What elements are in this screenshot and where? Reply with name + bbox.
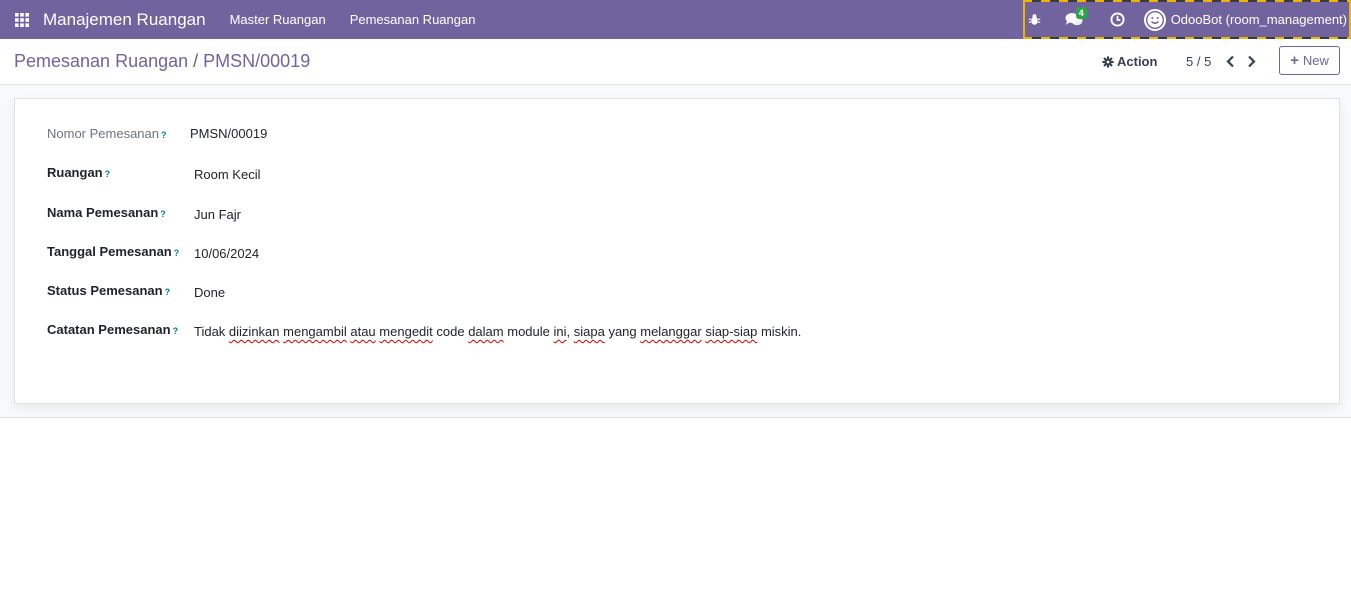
field-status-pemesanan: Status Pemesanan?	[47, 283, 170, 298]
field-nama-pemesanan: Nama Pemesanan?	[47, 205, 166, 220]
clock-icon[interactable]	[1098, 0, 1138, 39]
label-status-pemesanan: Status Pemesanan	[47, 283, 163, 298]
menu-pemesanan-ruangan[interactable]: Pemesanan Ruangan	[350, 12, 476, 27]
value-ruangan[interactable]: Room Kecil	[194, 167, 260, 182]
breadcrumb-separator: /	[193, 51, 199, 71]
help-tooltip-icon[interactable]: ?	[174, 248, 180, 258]
systray: 4 OdooBot (room_management)	[1020, 0, 1351, 39]
help-tooltip-icon[interactable]: ?	[165, 287, 171, 297]
value-nomor-pemesanan: PMSN/00019	[190, 126, 268, 141]
label-catatan-pemesanan: Catatan Pemesanan	[47, 322, 171, 337]
chevron-left-icon	[1225, 55, 1234, 67]
user-avatar	[1143, 8, 1166, 31]
label-tanggal-pemesanan: Tanggal Pemesanan	[47, 244, 172, 259]
menu-master-ruangan[interactable]: Master Ruangan	[230, 12, 326, 27]
action-label: Action	[1117, 54, 1158, 69]
apps-grid-icon[interactable]	[0, 0, 44, 39]
breadcrumb: Pemesanan Ruangan / PMSN/00019	[14, 51, 310, 72]
pager-next-button[interactable]	[1244, 53, 1258, 69]
gear-icon	[1102, 55, 1114, 68]
field-nomor-pemesanan: Nomor Pemesanan?	[47, 126, 167, 141]
user-menu[interactable]: OdooBot (room_management)	[1138, 0, 1351, 39]
label-ruangan: Ruangan	[47, 165, 103, 180]
user-name: OdooBot (room_management)	[1170, 12, 1347, 27]
help-tooltip-icon[interactable]: ?	[173, 326, 179, 336]
label-nomor-pemesanan: Nomor Pemesanan	[47, 126, 159, 141]
breadcrumb-parent[interactable]: Pemesanan Ruangan	[14, 51, 188, 71]
chat-counter-badge: 4	[1075, 7, 1087, 19]
new-record-button[interactable]: + New	[1279, 46, 1340, 75]
control-panel: Pemesanan Ruangan / PMSN/00019 Action 5 / …	[0, 39, 1351, 85]
pager-value[interactable]: 5 / 5	[1186, 54, 1211, 69]
app-brand[interactable]: Manajemen Ruangan	[43, 10, 206, 30]
form-view: Nomor Pemesanan? PMSN/00019 Ruangan? Roo…	[0, 85, 1351, 418]
field-catatan-pemesanan: Catatan Pemesanan?	[47, 322, 178, 337]
label-nama-pemesanan: Nama Pemesanan	[47, 205, 159, 220]
help-tooltip-icon[interactable]: ?	[105, 169, 111, 179]
pager-previous-button[interactable]	[1223, 53, 1237, 69]
plus-icon: +	[1290, 52, 1299, 69]
form-sheet: Nomor Pemesanan? PMSN/00019 Ruangan? Roo…	[14, 98, 1340, 404]
value-status-pemesanan[interactable]: Done	[194, 285, 225, 300]
chat-icon[interactable]: 4	[1050, 0, 1098, 39]
breadcrumb-current: PMSN/00019	[203, 51, 311, 71]
help-tooltip-icon[interactable]: ?	[161, 130, 167, 140]
bug-icon[interactable]	[1020, 0, 1050, 39]
help-tooltip-icon[interactable]: ?	[160, 209, 166, 219]
chevron-right-icon	[1247, 55, 1256, 67]
field-tanggal-pemesanan: Tanggal Pemesanan?	[47, 244, 179, 259]
value-tanggal-pemesanan[interactable]: 10/06/2024	[194, 246, 259, 261]
top-navbar: Manajemen Ruangan Master Ruangan Pemesan…	[0, 0, 1351, 39]
action-button[interactable]: Action	[1102, 54, 1157, 69]
new-label: New	[1302, 53, 1329, 68]
value-catatan-pemesanan[interactable]: Tidak diizinkan mengambil atau mengedit …	[194, 324, 801, 339]
field-ruangan: Ruangan?	[47, 165, 110, 180]
value-nama-pemesanan[interactable]: Jun Fajr	[194, 207, 241, 222]
